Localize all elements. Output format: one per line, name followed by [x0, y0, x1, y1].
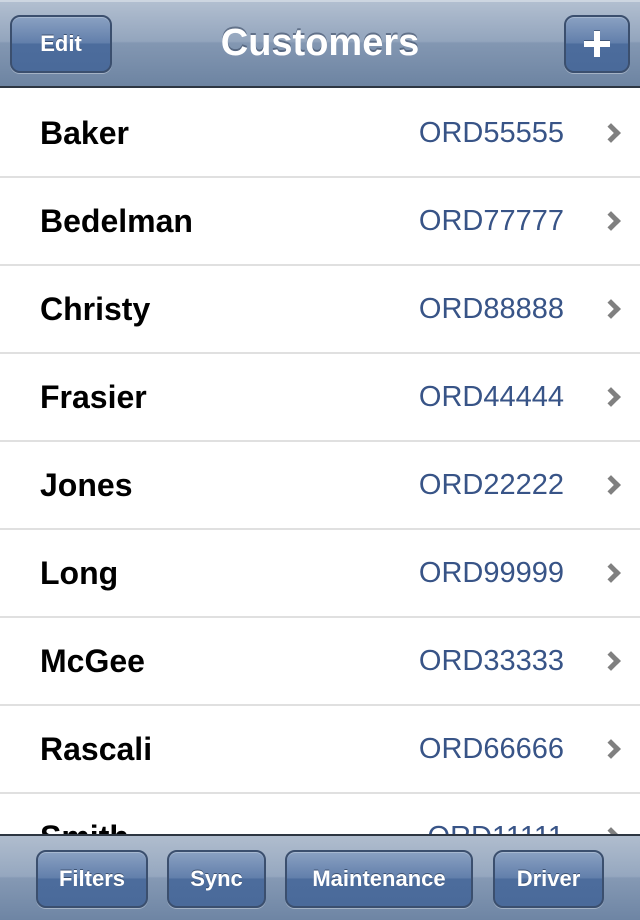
chevron-right-icon — [601, 651, 621, 671]
chevron-right-icon — [601, 211, 621, 231]
list-item[interactable]: Bedelman ORD77777 — [0, 178, 640, 266]
order-number: ORD99999 — [418, 556, 564, 589]
order-number: ORD11111 — [428, 821, 564, 835]
maintenance-button[interactable]: Maintenance — [285, 850, 473, 908]
chevron-right-icon — [601, 123, 621, 143]
customer-name: Bedelman — [40, 202, 193, 239]
list-item[interactable]: Christy ORD88888 — [0, 266, 640, 354]
add-customer-button[interactable] — [564, 15, 630, 73]
bottom-toolbar: Filters Sync Maintenance Driver — [0, 834, 640, 920]
chevron-right-icon — [601, 827, 621, 834]
customer-name: Smith — [40, 819, 129, 835]
edit-button[interactable]: Edit — [10, 15, 112, 73]
chevron-right-icon — [601, 387, 621, 407]
plus-icon — [584, 31, 610, 57]
chevron-right-icon — [601, 739, 621, 759]
list-item[interactable]: Jones ORD22222 — [0, 442, 640, 530]
order-number: ORD44444 — [418, 380, 564, 413]
list-item[interactable]: Frasier ORD44444 — [0, 354, 640, 442]
list-item[interactable]: Baker ORD55555 — [0, 90, 640, 178]
order-number: ORD22222 — [418, 468, 564, 501]
customer-name: Long — [40, 554, 119, 591]
order-number: ORD33333 — [418, 644, 564, 677]
customer-name: Rascali — [40, 730, 153, 767]
filters-button[interactable]: Filters — [36, 850, 148, 908]
list-item[interactable]: Rascali ORD66666 — [0, 706, 640, 794]
customer-name: Jones — [40, 466, 133, 503]
chevron-right-icon — [601, 299, 621, 319]
order-number: ORD55555 — [418, 116, 564, 149]
list-item[interactable]: Long ORD99999 — [0, 530, 640, 618]
order-number: ORD77777 — [418, 204, 564, 237]
order-number: ORD88888 — [418, 292, 564, 325]
customer-name: Frasier — [40, 378, 147, 415]
customer-name: McGee — [40, 642, 145, 679]
customer-name: Baker — [40, 114, 129, 151]
chevron-right-icon — [601, 563, 621, 583]
sync-button[interactable]: Sync — [167, 850, 266, 908]
navigation-bar: Customers Edit — [0, 0, 640, 88]
list-item[interactable]: McGee ORD33333 — [0, 618, 640, 706]
chevron-right-icon — [601, 475, 621, 495]
customer-list[interactable]: Baker ORD55555 Bedelman ORD77777 Christy… — [0, 90, 640, 834]
customer-name: Christy — [40, 290, 151, 327]
order-number: ORD66666 — [418, 732, 564, 765]
list-item[interactable]: Smith ORD11111 — [0, 794, 640, 834]
driver-button[interactable]: Driver — [493, 850, 604, 908]
